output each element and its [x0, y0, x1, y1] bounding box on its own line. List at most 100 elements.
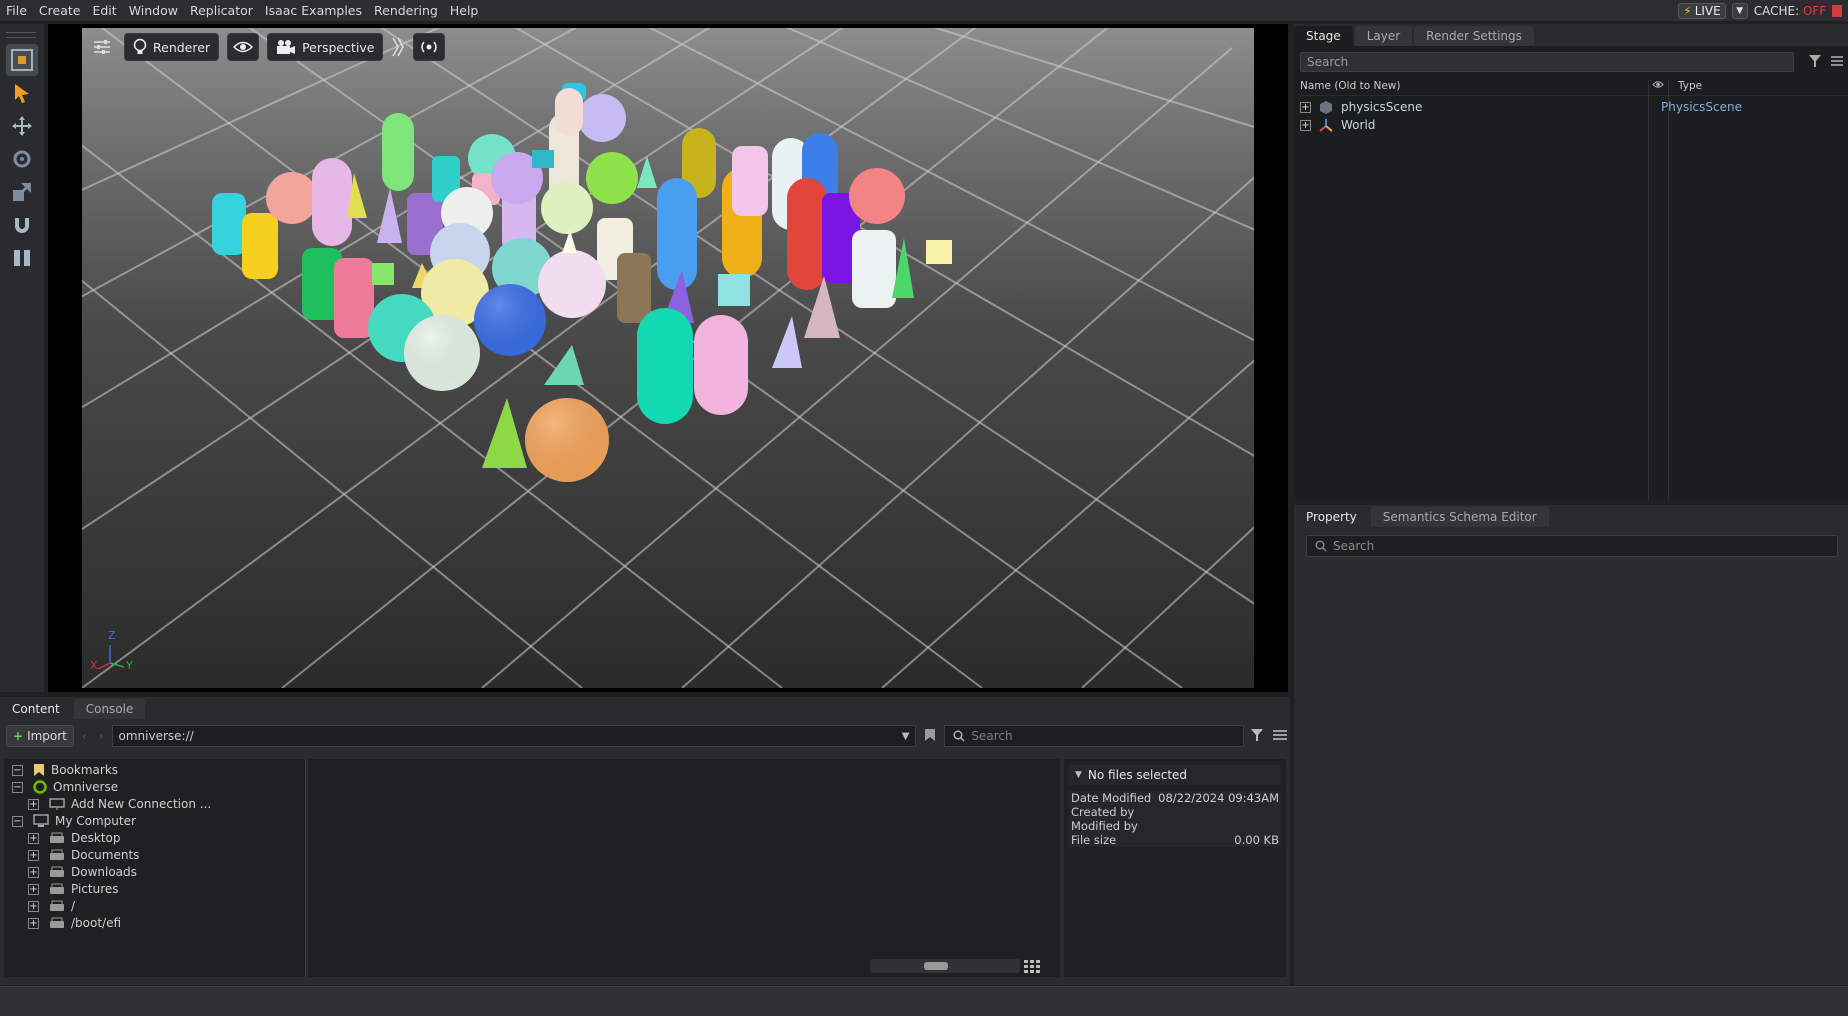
menu-rendering[interactable]: Rendering: [368, 3, 444, 18]
tab-console[interactable]: Console: [73, 699, 146, 719]
tab-render-settings[interactable]: Render Settings: [1414, 26, 1534, 46]
expand-toolbar-button[interactable]: [391, 33, 405, 61]
scene-render: [82, 28, 1254, 688]
grid-view-icon[interactable]: [1024, 960, 1040, 977]
toolbar-grip[interactable]: [6, 32, 36, 38]
menu-replicator[interactable]: Replicator: [184, 3, 259, 18]
collapse-icon[interactable]: −: [12, 815, 23, 827]
tree-item-desktop[interactable]: + Desktop: [28, 829, 121, 847]
tree-item-pictures[interactable]: + Pictures: [28, 880, 119, 898]
menu-icon[interactable]: [1270, 729, 1290, 744]
tree-item-omniverse[interactable]: − Omniverse: [12, 778, 118, 796]
thumbnail-size-slider[interactable]: [870, 959, 1020, 973]
slider-thumb[interactable]: [924, 962, 948, 970]
tree-item-boot-efi[interactable]: + /boot/efi: [28, 914, 121, 932]
stage-col-type[interactable]: Type: [1678, 80, 1702, 95]
stage-tabs: Stage Layer Render Settings: [1294, 24, 1848, 46]
pause-button[interactable]: [6, 242, 38, 274]
tree-item-add-connection[interactable]: + Add New Connection ...: [28, 795, 211, 813]
expand-icon[interactable]: +: [28, 849, 39, 861]
menu-edit[interactable]: Edit: [86, 3, 122, 18]
tree-item-label: Desktop: [71, 831, 121, 845]
menu-isaac-examples[interactable]: Isaac Examples: [259, 3, 368, 18]
tree-item-root[interactable]: + /: [28, 897, 75, 915]
drive-icon: [50, 900, 64, 911]
content-search-input[interactable]: Search: [944, 725, 1245, 747]
collapse-icon[interactable]: −: [12, 781, 23, 793]
drive-icon: [50, 883, 64, 894]
expand-icon[interactable]: +: [1300, 119, 1311, 131]
expand-icon[interactable]: +: [28, 798, 39, 810]
filter-icon[interactable]: [1248, 728, 1266, 745]
import-button[interactable]: + Import: [6, 725, 74, 747]
chevron-down-icon[interactable]: ▼: [902, 731, 910, 742]
tab-property[interactable]: Property: [1294, 507, 1369, 527]
drive-icon: [50, 917, 64, 928]
live-dropdown-button[interactable]: ▼: [1731, 2, 1748, 19]
viewport[interactable]: Z X Y Renderer Perspective: [48, 24, 1288, 692]
cache-state: OFF: [1802, 3, 1827, 18]
stage-search-input[interactable]: Search: [1300, 52, 1794, 72]
expand-icon[interactable]: +: [28, 832, 39, 844]
stage-col-name[interactable]: Name (Old to New): [1300, 80, 1648, 95]
visibility-button[interactable]: [227, 33, 260, 61]
tab-semantics-schema-editor[interactable]: Semantics Schema Editor: [1370, 507, 1549, 527]
menu-window[interactable]: Window: [123, 3, 184, 18]
property-search-input[interactable]: Search: [1306, 535, 1838, 557]
filter-icon[interactable]: [1808, 54, 1822, 71]
viewport-scene[interactable]: Z X Y: [82, 28, 1254, 688]
tree-item-downloads[interactable]: + Downloads: [28, 863, 137, 881]
viewport-settings-button[interactable]: [88, 33, 116, 61]
details-row-modified-by: Modified by: [1069, 819, 1281, 833]
eye-column-icon[interactable]: [1648, 80, 1668, 95]
content-browser[interactable]: [308, 759, 1060, 977]
expand-icon[interactable]: +: [28, 866, 39, 878]
expand-icon[interactable]: +: [28, 900, 39, 912]
move-icon: [12, 116, 32, 136]
stage-row-world[interactable]: + World: [1300, 116, 1840, 134]
expand-icon[interactable]: +: [28, 883, 39, 895]
search-icon: [953, 730, 965, 742]
details-row-created-by: Created by: [1069, 805, 1281, 819]
select-mode-button[interactable]: [6, 44, 38, 76]
details-header[interactable]: ▼ No files selected: [1069, 765, 1281, 785]
cache-status[interactable]: CACHE: OFF: [1754, 4, 1842, 18]
property-panel: Property Semantics Schema Editor Search: [1294, 505, 1848, 985]
snap-tool-button[interactable]: [6, 209, 38, 241]
scale-tool-button[interactable]: [6, 176, 38, 208]
live-button[interactable]: ⚡ LIVE: [1678, 2, 1726, 19]
tree-item-documents[interactable]: + Documents: [28, 846, 139, 864]
renderer-label: Renderer: [153, 39, 211, 55]
stage-search-placeholder: Search: [1307, 55, 1349, 69]
tree-item-bookmarks[interactable]: − Bookmarks: [12, 761, 118, 779]
rotate-tool-button[interactable]: [6, 143, 38, 175]
path-input[interactable]: omniverse:// ▼: [111, 725, 917, 747]
menu-icon[interactable]: [1830, 55, 1844, 70]
tree-item-my-computer[interactable]: − My Computer: [12, 812, 136, 830]
double-chevron-right-icon: [392, 37, 405, 57]
left-toolbar: [0, 24, 44, 692]
renderer-button[interactable]: Renderer: [124, 33, 220, 61]
stage-row-type: PhysicsScene: [1661, 100, 1742, 114]
collapse-icon[interactable]: −: [12, 764, 23, 776]
move-tool-button[interactable]: [6, 110, 38, 142]
broadcast-button[interactable]: [413, 33, 446, 61]
forward-icon[interactable]: ›: [95, 729, 108, 743]
details-header-label: No files selected: [1087, 768, 1188, 782]
tab-content[interactable]: Content: [0, 699, 72, 719]
tab-stage[interactable]: Stage: [1294, 26, 1353, 46]
tree-item-label: /: [71, 899, 76, 913]
expand-icon[interactable]: +: [28, 917, 39, 929]
xform-icon: [1319, 119, 1333, 132]
bookmark-icon[interactable]: [920, 728, 940, 745]
select-tool-button[interactable]: [6, 77, 38, 109]
stage-row-physics-scene[interactable]: + physicsScene PhysicsScene: [1300, 98, 1840, 116]
camera-button[interactable]: Perspective: [267, 33, 384, 61]
menu-help[interactable]: Help: [444, 3, 485, 18]
select-object-icon: [11, 49, 33, 71]
back-icon[interactable]: ‹: [78, 729, 91, 743]
tab-layer[interactable]: Layer: [1354, 26, 1413, 46]
menu-create[interactable]: Create: [33, 3, 87, 18]
expand-icon[interactable]: +: [1300, 101, 1311, 113]
menu-file[interactable]: File: [0, 3, 33, 18]
